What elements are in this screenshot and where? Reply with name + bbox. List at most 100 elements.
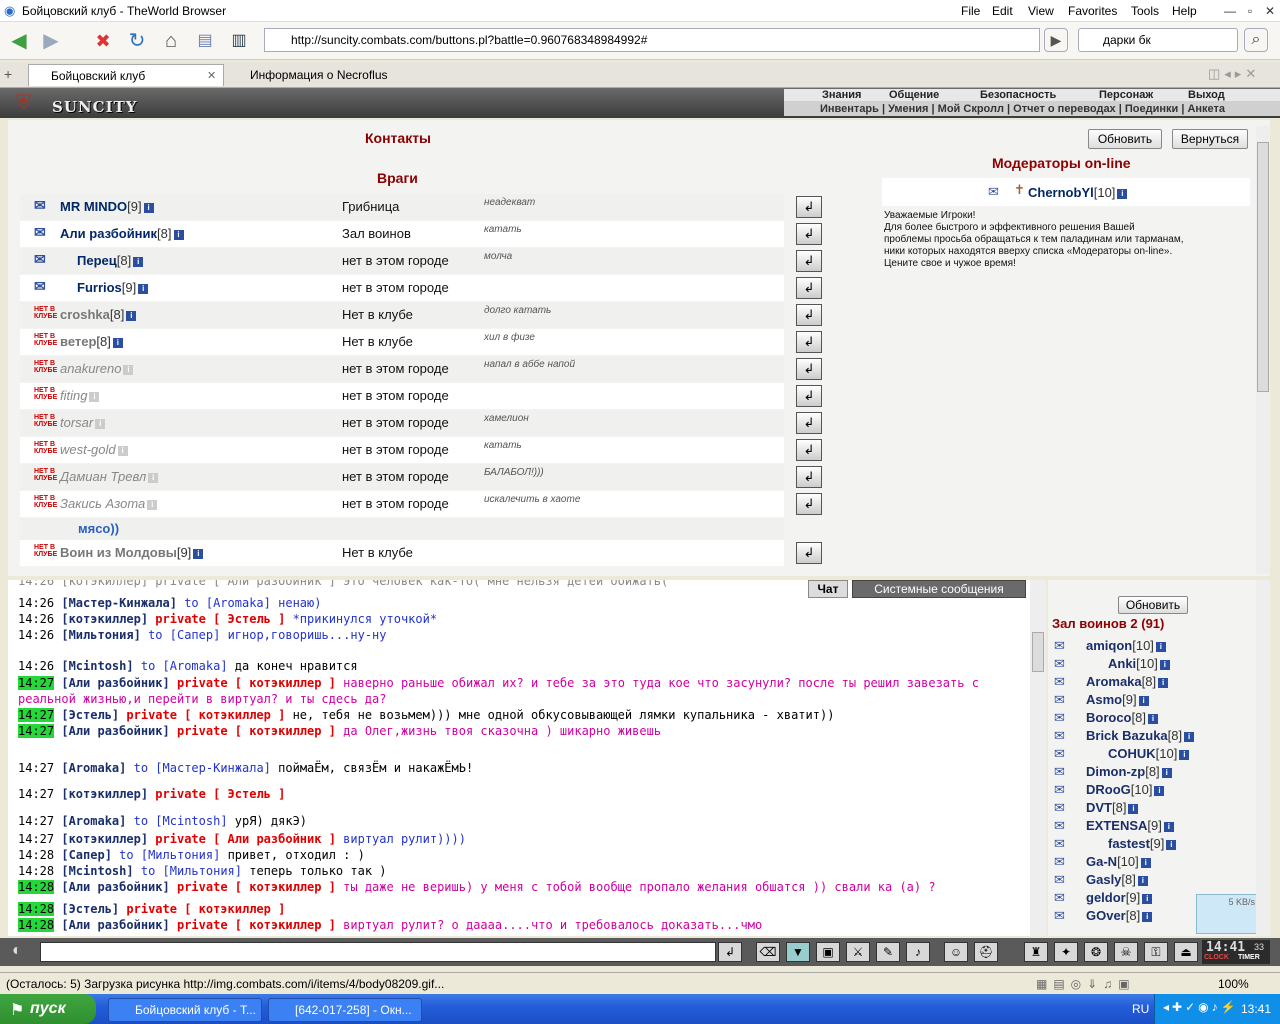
contact-name[interactable]: torsar i — [60, 415, 106, 430]
inventory-icon[interactable]: ♜ — [1024, 942, 1048, 962]
go-icon[interactable]: ▶ — [1044, 28, 1068, 52]
roster-user[interactable]: Anki[10] i — [1108, 656, 1170, 671]
contact-action-button[interactable]: ↲ — [796, 250, 822, 272]
menu-edit[interactable]: Edit — [992, 4, 1013, 18]
contact-name[interactable]: fiting i — [60, 388, 100, 403]
roster-user[interactable]: Brick Bazuka[8] i — [1086, 728, 1195, 743]
nav-knowledge[interactable]: Знания — [822, 89, 862, 101]
user-mail-icon[interactable]: ✉ — [1054, 836, 1065, 852]
menu-favorites[interactable]: Favorites — [1068, 4, 1117, 18]
nav-communication[interactable]: Общение — [889, 89, 940, 101]
chat-user[interactable]: [Эстель] — [61, 902, 119, 916]
nav-bottom-links[interactable]: Инвентарь | Умения | Мой Скролл | Отчет … — [820, 102, 1225, 116]
roster-user[interactable]: DVT[8] i — [1086, 800, 1139, 815]
nav-security[interactable]: Безопасность — [980, 89, 1057, 101]
contact-action-button[interactable]: ↲ — [796, 223, 822, 245]
contact-action-button[interactable]: ↲ — [796, 412, 822, 434]
contact-action-button[interactable]: ↲ — [796, 439, 822, 461]
new-tab-icon[interactable]: + — [4, 66, 12, 82]
contacts-scrollbar[interactable] — [1256, 126, 1270, 574]
tab-chat[interactable]: Чат — [808, 580, 848, 598]
tray-icons[interactable]: ◂✚✓◉♪⚡ — [1163, 1000, 1239, 1014]
chat-user[interactable]: [Али разбойник] — [61, 676, 169, 690]
roster-user[interactable]: Ga-N[10] i — [1086, 854, 1151, 869]
user-mail-icon[interactable]: ✉ — [1054, 746, 1065, 762]
helmet-icon[interactable]: ⛑ — [974, 942, 998, 962]
contact-name[interactable]: Закись Азота i — [60, 496, 158, 511]
fight-icon[interactable]: ⚔ — [846, 942, 870, 962]
chat-user[interactable]: [Мастер-Кинжала] — [61, 596, 177, 610]
minimize-icon[interactable]: — — [1222, 3, 1238, 19]
chat-user[interactable]: [Али разбойник] — [61, 918, 169, 932]
user-mail-icon[interactable]: ✉ — [1054, 728, 1065, 744]
scroll-thumb[interactable] — [1257, 142, 1269, 392]
contact-name[interactable]: Дамиан Тревл i — [60, 469, 159, 484]
chat-scrollbar[interactable] — [1030, 580, 1046, 936]
stop-icon[interactable]: ✖ — [90, 28, 116, 54]
search-input[interactable]: дарки бк — [1103, 33, 1151, 47]
tab-fight-club[interactable]: Бойцовский клуб ✕ — [28, 64, 224, 86]
chat-mode-icon[interactable]: ◐ — [12, 942, 22, 960]
refresh-icon[interactable]: ↻ — [124, 28, 150, 54]
user-mail-icon[interactable]: ✉ — [1054, 638, 1065, 654]
maximize-icon[interactable]: ▫ — [1242, 3, 1258, 19]
user-mail-icon[interactable]: ✉ — [1054, 854, 1065, 870]
roster-user[interactable]: fastest[9] i — [1108, 836, 1177, 851]
contact-name[interactable]: Али разбойник[8] i — [60, 226, 184, 241]
user-mail-icon[interactable]: ✉ — [1054, 800, 1065, 816]
contact-name[interactable]: MR MINDO[9] i — [60, 199, 154, 214]
user-mail-icon[interactable]: ✉ — [1054, 692, 1065, 708]
clear-icon[interactable]: ⌫ — [756, 942, 780, 962]
roster-user[interactable]: Aromaka[8] i — [1086, 674, 1169, 689]
menu-file[interactable]: File — [961, 4, 980, 18]
roster-user[interactable]: Dimon-zp[8] i — [1086, 764, 1172, 779]
menu-view[interactable]: View — [1028, 4, 1054, 18]
contact-action-button[interactable]: ↲ — [796, 277, 822, 299]
roster-user[interactable]: Gasly[8] i — [1086, 872, 1148, 887]
address-bar[interactable]: http://suncity.combats.com/buttons.pl?ba… — [264, 28, 1040, 52]
roster-user[interactable]: EXTENSA[9] i — [1086, 818, 1174, 833]
menu-tools[interactable]: Tools — [1131, 4, 1159, 18]
chat-user[interactable]: [котэкиллер] — [61, 832, 148, 846]
chat-user[interactable]: [Али разбойник] — [61, 880, 169, 894]
back-icon[interactable]: ◀ — [6, 28, 32, 54]
nav-character[interactable]: Персонаж — [1099, 89, 1154, 101]
contacts-back-button[interactable]: Вернуться — [1172, 129, 1248, 149]
roster-user[interactable]: DRooG[10] i — [1086, 782, 1165, 797]
chat-user[interactable]: [Aromaka] — [61, 761, 126, 775]
user-mail-icon[interactable]: ✉ — [1054, 782, 1065, 798]
user-mail-icon[interactable]: ✉ — [1054, 674, 1065, 690]
user-mail-icon[interactable]: ✉ — [1054, 764, 1065, 780]
contact-action-button[interactable]: ↲ — [796, 304, 822, 326]
contact-name[interactable]: croshka[8] i — [60, 307, 137, 322]
close-icon[interactable]: ✕ — [1262, 3, 1278, 19]
send-button[interactable]: ↲ — [718, 942, 742, 962]
chat-user[interactable]: [Эстель] — [61, 708, 119, 722]
scroll-icon[interactable]: ✦ — [1054, 942, 1078, 962]
edit-icon[interactable]: ✎ — [876, 942, 900, 962]
roster-user[interactable]: GOver[8] i — [1086, 908, 1153, 923]
contact-action-button[interactable]: ↲ — [796, 542, 822, 564]
contact-name[interactable]: ветер[8] i — [60, 334, 123, 349]
contact-action-button[interactable]: ↲ — [796, 466, 822, 488]
contact-action-button[interactable]: ↲ — [796, 331, 822, 353]
sound-icon[interactable]: ♪ — [906, 942, 930, 962]
tab-system-messages[interactable]: Системные сообщения — [852, 580, 1026, 598]
contact-action-button[interactable]: ↲ — [796, 385, 822, 407]
clock-label[interactable]: CLOCK — [1204, 954, 1229, 961]
chat-input[interactable] — [40, 942, 716, 962]
contacts-refresh-button[interactable]: Обновить — [1088, 129, 1162, 149]
chat-user[interactable]: [Сапер] — [61, 848, 112, 862]
forward-icon[interactable]: ▶ — [38, 28, 64, 54]
chat-user[interactable]: [Али разбойник] — [61, 724, 169, 738]
contact-name[interactable]: Воин из Молдовы[9] i — [60, 545, 204, 560]
contact-action-button[interactable]: ↲ — [796, 358, 822, 380]
chat-user[interactable]: [котэкиллер] — [61, 787, 148, 801]
chat-user[interactable]: [Mcintosh] — [61, 659, 133, 673]
timer-label[interactable]: TIMER — [1238, 954, 1260, 961]
roster-user[interactable]: COHUK[10] i — [1108, 746, 1190, 761]
user-mail-icon[interactable]: ✉ — [1054, 656, 1065, 672]
zoom-level[interactable]: 100% — [1218, 977, 1249, 991]
favorites-icon[interactable]: ▥ — [226, 28, 252, 54]
home-icon[interactable]: ⌂ — [158, 28, 184, 54]
